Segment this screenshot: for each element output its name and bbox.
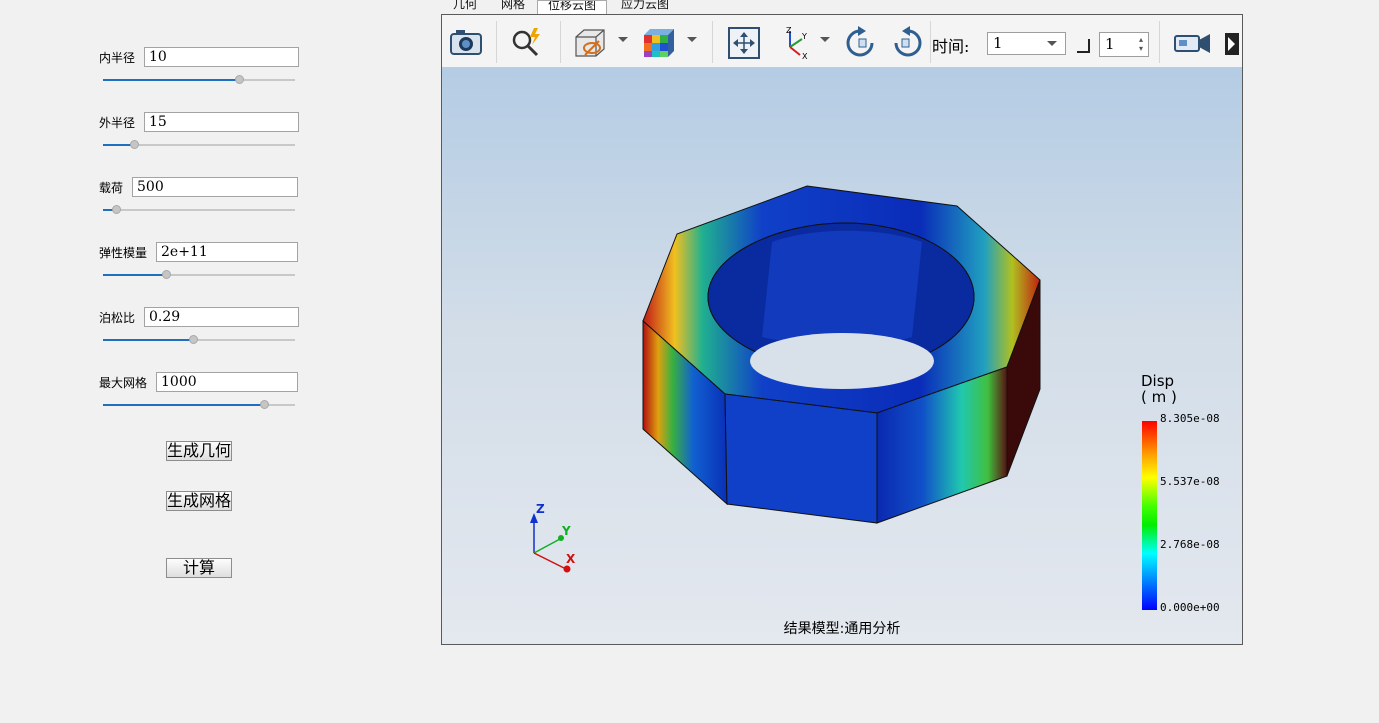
chevron-down-icon[interactable] <box>1047 41 1057 46</box>
tab-displacement[interactable]: 位移云图 <box>537 0 607 15</box>
chevron-down-icon[interactable] <box>687 37 697 42</box>
rotate-ccw-icon[interactable] <box>842 25 878 61</box>
zoom-icon[interactable] <box>508 25 544 61</box>
elastic-modulus-input[interactable]: 2e+11 <box>156 242 298 262</box>
viewer-toolbar: Z Y X 时间: 1 1 ▴ ▾ <box>442 15 1242 68</box>
display-mode-icon[interactable] <box>572 25 608 61</box>
param-label: 最大网格 <box>99 376 148 390</box>
chevron-down-icon[interactable] <box>618 37 628 42</box>
axes-icon[interactable]: Z Y X <box>776 25 812 61</box>
slider-thumb[interactable] <box>235 75 245 84</box>
outer-radius-slider[interactable] <box>103 140 295 150</box>
step-spinbox-value: 1 <box>1105 35 1115 53</box>
poisson-ratio-input[interactable]: 0.29 <box>144 307 299 327</box>
load-input[interactable]: 500 <box>132 177 298 197</box>
camera-icon[interactable] <box>448 25 484 61</box>
axis-x-label: X <box>566 552 576 566</box>
result-viewer: Z Y X 时间: 1 1 ▴ ▾ Z Y X Disp (m) 8.305… <box>441 14 1243 645</box>
tab-stress[interactable]: 应力云图 <box>609 0 681 15</box>
param-label: 载荷 <box>99 181 124 195</box>
legend-tick-max: 8.305e-08 <box>1160 412 1220 425</box>
axis-y-label: Y <box>561 524 571 538</box>
axis-z-label: Z <box>536 502 545 516</box>
legend-tick: 5.537e-08 <box>1160 475 1220 488</box>
inner-radius-slider[interactable] <box>103 75 295 85</box>
slider-thumb[interactable] <box>129 140 139 149</box>
generate-geometry-button[interactable]: 生成几何 <box>166 441 232 461</box>
load-slider[interactable] <box>103 205 295 215</box>
legend-colorbar <box>1142 421 1157 610</box>
step-spinbox[interactable]: 1 ▴ ▾ <box>1099 32 1149 57</box>
legend-title: Disp ( m ) <box>1141 373 1177 405</box>
param-label: 泊松比 <box>99 311 136 325</box>
legend-quantity: Disp <box>1141 372 1175 390</box>
axis-triad-icon: Z Y X <box>530 502 576 573</box>
step-icon[interactable] <box>1075 37 1091 55</box>
svg-text:Y: Y <box>801 32 807 41</box>
color-cube-icon[interactable] <box>640 25 676 61</box>
rotate-cw-icon[interactable] <box>890 25 926 61</box>
param-label: 外半径 <box>99 116 136 130</box>
legend-unit: ( m ) <box>1141 388 1177 406</box>
param-label: 弹性模量 <box>99 246 148 260</box>
spin-arrows-icon[interactable]: ▴ ▾ <box>1139 35 1143 53</box>
generate-mesh-button[interactable]: 生成网格 <box>166 491 232 511</box>
chevron-down-icon[interactable] <box>820 37 830 42</box>
max-mesh-slider[interactable] <box>103 400 295 410</box>
outer-radius-input[interactable]: 15 <box>144 112 299 132</box>
tab-geometry[interactable]: 几何 <box>441 0 489 15</box>
slider-thumb[interactable] <box>112 205 122 214</box>
time-label: 时间: <box>932 37 970 56</box>
model-label: 结果模型:通用分析 <box>783 621 901 637</box>
svg-text:Z: Z <box>786 26 792 35</box>
poisson-ratio-slider[interactable] <box>103 335 295 345</box>
time-select[interactable]: 1 <box>987 32 1066 55</box>
elastic-modulus-slider[interactable] <box>103 270 295 280</box>
video-icon[interactable] <box>1173 25 1213 61</box>
slider-thumb[interactable] <box>260 400 270 409</box>
3d-viewport[interactable]: Z Y X Disp ( m ) 8.305e-08 5.537e-08 2.7… <box>442 67 1242 644</box>
toolbar-overflow-icon[interactable] <box>1225 33 1239 55</box>
max-mesh-input[interactable]: 1000 <box>156 372 298 392</box>
legend-tick: 2.768e-08 <box>1160 538 1220 551</box>
compute-button[interactable]: 计算 <box>166 558 232 578</box>
svg-text:X: X <box>802 52 808 61</box>
inner-radius-input[interactable]: 10 <box>144 47 299 67</box>
tab-mesh[interactable]: 网格 <box>489 0 537 15</box>
fit-view-icon[interactable] <box>726 25 762 61</box>
time-select-value: 1 <box>993 34 1003 52</box>
param-label: 内半径 <box>99 51 136 65</box>
slider-thumb[interactable] <box>189 335 199 344</box>
slider-thumb[interactable] <box>162 270 172 279</box>
legend-tick-min: 0.000e+00 <box>1160 601 1220 614</box>
